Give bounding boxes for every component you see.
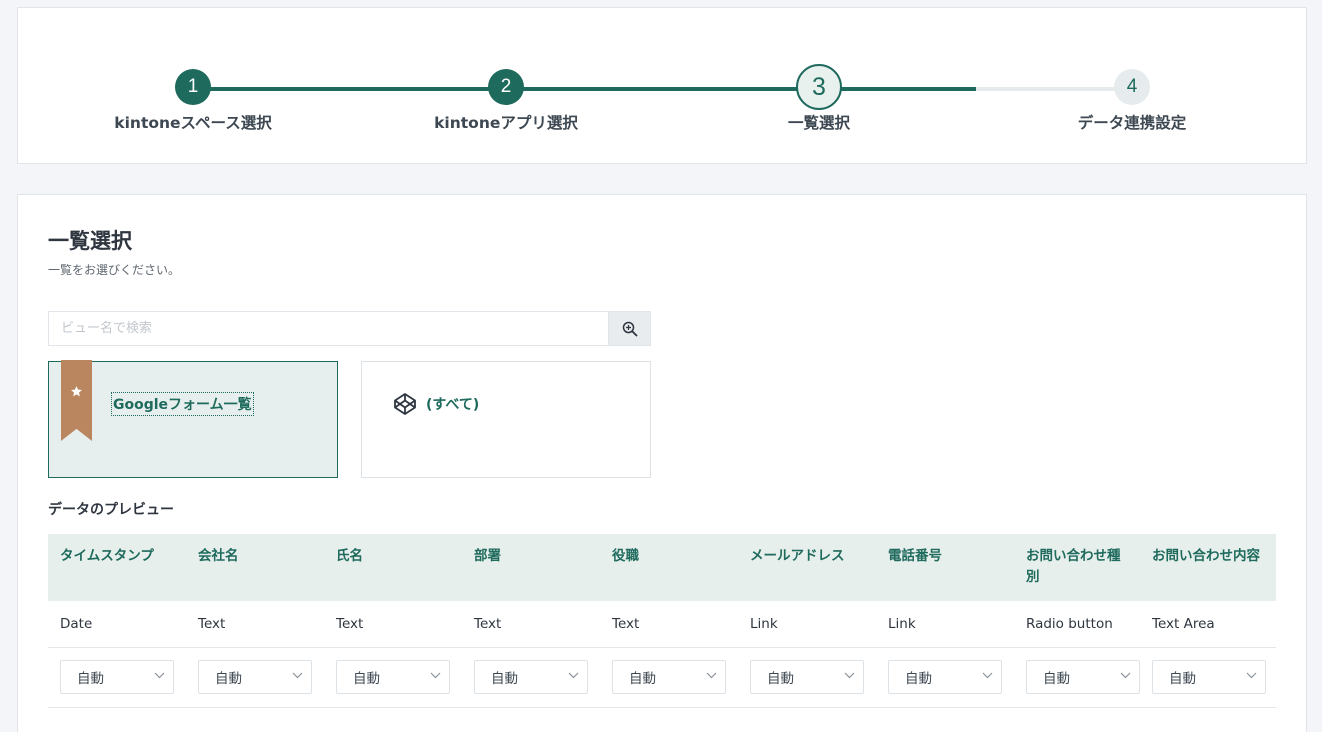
column-header: お問い合わせ種別: [1014, 534, 1140, 601]
column-header: 氏名: [324, 534, 462, 601]
view-card-label: Googleフォーム一覧: [111, 392, 254, 416]
field-type-cell: Link: [876, 601, 1014, 648]
page-subtitle: 一覧をお選びください。: [48, 263, 181, 277]
search-box: [48, 311, 651, 346]
chevron-down-icon: [430, 672, 441, 678]
step-4-circle: 4: [1114, 69, 1150, 105]
select-cell: 自動: [1140, 647, 1276, 708]
select-cell: 自動: [1014, 647, 1140, 708]
field-type-cell: Text: [600, 601, 738, 648]
select-value: 自動: [215, 671, 242, 687]
page-title: 一覧選択: [48, 229, 132, 253]
chevron-down-icon: [568, 672, 579, 678]
mapping-select[interactable]: 自動: [1026, 660, 1140, 694]
field-type-cell: Text: [186, 601, 324, 648]
search-button[interactable]: [608, 312, 650, 345]
field-type-cell: Text Area: [1140, 601, 1276, 648]
column-header: お問い合わせ内容: [1140, 534, 1276, 601]
chevron-down-icon: [154, 672, 165, 678]
select-cell: 自動: [324, 647, 462, 708]
star-icon: [71, 386, 82, 397]
column-header: 部署: [462, 534, 600, 601]
preview-table: タイムスタンプ 会社名 氏名 部署 役職 メールアドレス 電話番号 お問い合わせ…: [48, 534, 1276, 708]
step-3-label: 一覧選択: [787, 114, 850, 132]
select-cell: 自動: [876, 647, 1014, 708]
main-panel: 一覧選択 一覧をお選びください。 Googleフォーム一覧: [17, 194, 1307, 732]
star-ribbon-icon: [61, 360, 92, 441]
select-value: 自動: [1169, 671, 1196, 687]
chevron-down-icon: [1246, 672, 1257, 678]
select-value: 自動: [629, 671, 656, 687]
mapping-select[interactable]: 自動: [612, 660, 726, 694]
column-header: メールアドレス: [738, 534, 876, 601]
select-cell: 自動: [48, 647, 186, 708]
codepen-icon: [394, 393, 416, 415]
select-value: 自動: [353, 671, 380, 687]
select-cell: 自動: [186, 647, 324, 708]
select-cell: 自動: [600, 647, 738, 708]
type-row: Date Text Text Text Text Link Link Radio…: [48, 601, 1276, 648]
view-card-label: (すべて): [426, 397, 480, 413]
chevron-down-icon: [982, 672, 993, 678]
select-cell: 自動: [738, 647, 876, 708]
view-card-google-form[interactable]: Googleフォーム一覧: [48, 360, 338, 478]
select-value: 自動: [77, 671, 104, 687]
select-value: 自動: [767, 671, 794, 687]
field-type-cell: Link: [738, 601, 876, 648]
column-header: タイムスタンプ: [48, 534, 186, 601]
mapping-select-row: 自動 自動 自動 自動 自動 自動 自動 自動 自動: [48, 647, 1276, 708]
stepper-panel: 1 kintoneスペース選択 2 kintoneアプリ選択 3 一覧選択 4 …: [17, 7, 1307, 164]
field-type-cell: Text: [324, 601, 462, 648]
mapping-select[interactable]: 自動: [1152, 660, 1266, 694]
step-4-label: データ連携設定: [1077, 114, 1187, 132]
step-1-circle[interactable]: 1: [175, 69, 211, 105]
step-1-label: kintoneスペース選択: [114, 114, 272, 132]
zoom-in-icon: [622, 321, 637, 336]
select-value: 自動: [1043, 671, 1070, 687]
chevron-down-icon: [292, 672, 303, 678]
view-card-all[interactable]: (すべて): [361, 361, 651, 478]
view-search-input[interactable]: [49, 312, 608, 345]
column-header: 電話番号: [876, 534, 1014, 601]
step-3-circle: 3: [796, 64, 842, 110]
stepper-track-done: [193, 87, 976, 91]
mapping-select[interactable]: 自動: [474, 660, 588, 694]
select-value: 自動: [491, 671, 518, 687]
column-header: 会社名: [186, 534, 324, 601]
field-type-cell: Radio button: [1014, 601, 1140, 648]
stepper-track-todo: [976, 87, 1131, 91]
select-value: 自動: [905, 671, 932, 687]
mapping-select[interactable]: 自動: [60, 660, 174, 694]
preview-title: データのプレビュー: [48, 502, 174, 518]
select-cell: 自動: [462, 647, 600, 708]
chevron-down-icon: [1120, 672, 1131, 678]
mapping-select[interactable]: 自動: [888, 660, 1002, 694]
table-header-row: タイムスタンプ 会社名 氏名 部署 役職 メールアドレス 電話番号 お問い合わせ…: [48, 534, 1276, 601]
field-type-cell: Text: [462, 601, 600, 648]
mapping-select[interactable]: 自動: [198, 660, 312, 694]
mapping-select[interactable]: 自動: [750, 660, 864, 694]
step-2-circle[interactable]: 2: [488, 69, 524, 105]
chevron-down-icon: [844, 672, 855, 678]
mapping-select[interactable]: 自動: [336, 660, 450, 694]
field-type-cell: Date: [48, 601, 186, 648]
column-header: 役職: [600, 534, 738, 601]
chevron-down-icon: [706, 672, 717, 678]
step-2-label: kintoneアプリ選択: [434, 114, 578, 132]
